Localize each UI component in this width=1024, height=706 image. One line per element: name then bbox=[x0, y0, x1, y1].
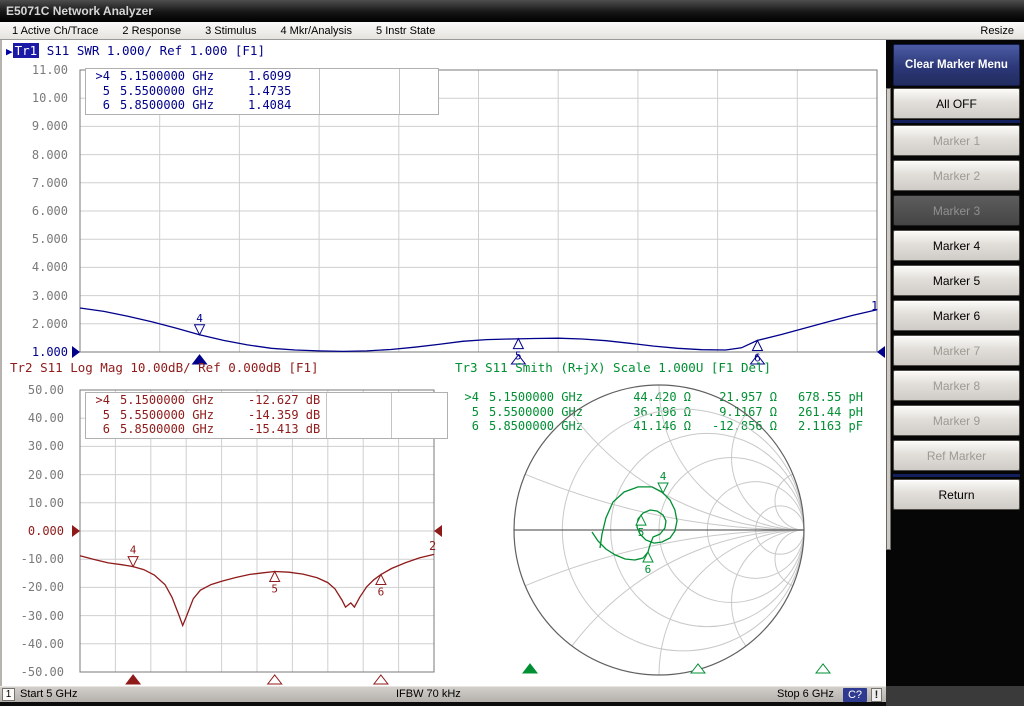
marker-row: 55.5500000 GHz-14.359 dB bbox=[86, 408, 447, 423]
softkey-marker-4[interactable]: Marker 4 bbox=[893, 230, 1020, 261]
axis-tick-label: -20.00 bbox=[18, 580, 64, 594]
axis-tick-label: 0.000 bbox=[18, 524, 64, 538]
channel-number-box: 1 bbox=[2, 688, 15, 701]
ifbw-label: IFBW 70 kHz bbox=[396, 688, 461, 700]
menu-resize[interactable]: Resize bbox=[980, 25, 1024, 37]
softkey-marker-6[interactable]: Marker 6 bbox=[893, 300, 1020, 331]
axis-tick-label: 5.000 bbox=[22, 232, 68, 246]
softkey-marker-1: Marker 1 bbox=[893, 125, 1020, 156]
menu-instr-state[interactable]: 5 Instr State bbox=[364, 25, 447, 37]
menu-active-ch-trace[interactable]: 1 Active Ch/Trace bbox=[0, 25, 110, 37]
menu-bar: 1 Active Ch/Trace 2 Response 3 Stimulus … bbox=[0, 22, 1024, 40]
softkey-marker-2: Marker 2 bbox=[893, 160, 1020, 191]
axis-tick-label: 1.000 bbox=[22, 345, 68, 359]
divider bbox=[326, 393, 327, 438]
divider bbox=[319, 69, 320, 114]
marker-row: >45.1500000 GHz1.6099 bbox=[86, 69, 438, 84]
axis-tick-label: 40.00 bbox=[18, 411, 64, 425]
svg-text:2: 2 bbox=[429, 539, 436, 553]
window-title: E5071C Network Analyzer bbox=[6, 4, 153, 18]
tr1-header-text: S11 SWR 1.000/ Ref 1.000 [F1] bbox=[39, 43, 265, 58]
marker-row: 55.5500000 GHz1.4735 bbox=[86, 84, 438, 99]
axis-tick-label: 9.000 bbox=[22, 119, 68, 133]
menu-separator bbox=[893, 120, 1020, 123]
svg-text:6: 6 bbox=[378, 585, 385, 598]
axis-tick-label: 10.00 bbox=[22, 91, 68, 105]
start-frequency-label: Start 5 GHz bbox=[20, 688, 77, 700]
axis-tick-label: -50.00 bbox=[18, 665, 64, 679]
tr1-header[interactable]: ▶Tr1 S11 SWR 1.000/ Ref 1.000 [F1] bbox=[6, 43, 265, 58]
axis-tick-label: 4.000 bbox=[22, 260, 68, 274]
cal-status-badge: C? bbox=[843, 688, 867, 702]
axis-tick-label: 20.00 bbox=[18, 468, 64, 482]
svg-text:1: 1 bbox=[871, 299, 878, 313]
svg-text:4: 4 bbox=[196, 312, 203, 325]
axis-tick-label: -10.00 bbox=[18, 552, 64, 566]
active-trace-arrow-icon: ▶ bbox=[6, 45, 13, 58]
svg-text:5: 5 bbox=[271, 582, 278, 595]
divider bbox=[391, 393, 392, 438]
axis-tick-label: 50.00 bbox=[18, 383, 64, 397]
softkey-return[interactable]: Return bbox=[893, 479, 1020, 510]
axis-tick-label: 7.000 bbox=[22, 176, 68, 190]
app-window: E5071C Network Analyzer 1 Active Ch/Trac… bbox=[0, 0, 1024, 706]
axis-tick-label: 3.000 bbox=[22, 289, 68, 303]
axis-tick-label: 11.00 bbox=[22, 63, 68, 77]
marker-row: 65.8500000 GHz-15.413 dB bbox=[86, 422, 447, 437]
axis-tick-label: 10.00 bbox=[18, 496, 64, 510]
axis-tick-label: 30.00 bbox=[18, 439, 64, 453]
stop-frequency-label: Stop 6 GHz bbox=[777, 688, 834, 700]
softkey-marker-9: Marker 9 bbox=[893, 405, 1020, 436]
softkey-marker-5[interactable]: Marker 5 bbox=[893, 265, 1020, 296]
menu-stimulus[interactable]: 3 Stimulus bbox=[193, 25, 268, 37]
axis-tick-label: 6.000 bbox=[22, 204, 68, 218]
marker-row: >45.1500000 GHz-12.627 dB bbox=[86, 393, 447, 408]
bottom-right-filler bbox=[886, 686, 1024, 706]
tr1-swr-chart: 4561 bbox=[72, 70, 886, 370]
menu-response[interactable]: 2 Response bbox=[110, 25, 193, 37]
softkey-marker-3[interactable]: Marker 3 bbox=[893, 195, 1020, 226]
svg-text:6: 6 bbox=[645, 563, 652, 576]
bottom-strip bbox=[0, 702, 886, 706]
clear-marker-menu-button[interactable]: Clear Marker Menu bbox=[893, 44, 1020, 86]
svg-text:5: 5 bbox=[638, 526, 645, 539]
softkey-sidebar: Clear Marker Menu All OFF Marker 1 Marker … bbox=[886, 40, 1024, 686]
softkey-scrollbar[interactable] bbox=[886, 88, 891, 550]
graticule-area: ▶Tr1 S11 SWR 1.000/ Ref 1.000 [F1] 11.00… bbox=[0, 40, 886, 686]
divider bbox=[399, 69, 400, 114]
title-bar: E5071C Network Analyzer bbox=[0, 0, 1024, 22]
axis-tick-label: -30.00 bbox=[18, 609, 64, 623]
tr3-header[interactable]: Tr3 S11 Smith (R+jX) Scale 1.000U [F1 De… bbox=[455, 360, 771, 375]
softkey-marker-8: Marker 8 bbox=[893, 370, 1020, 401]
marker-row: 65.8500000 GHz1.4084 bbox=[86, 98, 438, 113]
svg-text:4: 4 bbox=[660, 470, 667, 483]
axis-tick-label: 8.000 bbox=[22, 148, 68, 162]
tr1-chip: Tr1 bbox=[13, 43, 40, 58]
tr1-marker-table: >45.1500000 GHz1.609955.5500000 GHz1.473… bbox=[85, 68, 439, 115]
softkey-marker-7: Marker 7 bbox=[893, 335, 1020, 366]
svg-text:4: 4 bbox=[130, 544, 137, 557]
tr3-smith-chart: 4 5 6 bbox=[504, 375, 824, 687]
softkey-ref-marker: Ref Marker bbox=[893, 440, 1020, 471]
tr2-marker-table: >45.1500000 GHz-12.627 dB55.5500000 GHz-… bbox=[85, 392, 448, 439]
softkey-all-off[interactable]: All OFF bbox=[893, 88, 1020, 119]
tr2-header[interactable]: Tr2 S11 Log Mag 10.00dB/ Ref 0.000dB [F1… bbox=[10, 360, 319, 375]
alert-indicator: ! bbox=[871, 688, 882, 702]
axis-tick-label: 2.000 bbox=[22, 317, 68, 331]
menu-separator bbox=[893, 474, 1020, 477]
axis-tick-label: -40.00 bbox=[18, 637, 64, 651]
menu-mkr-analysis[interactable]: 4 Mkr/Analysis bbox=[268, 25, 364, 37]
status-bar: 1 Start 5 GHz IFBW 70 kHz Stop 6 GHz C? … bbox=[0, 686, 886, 702]
